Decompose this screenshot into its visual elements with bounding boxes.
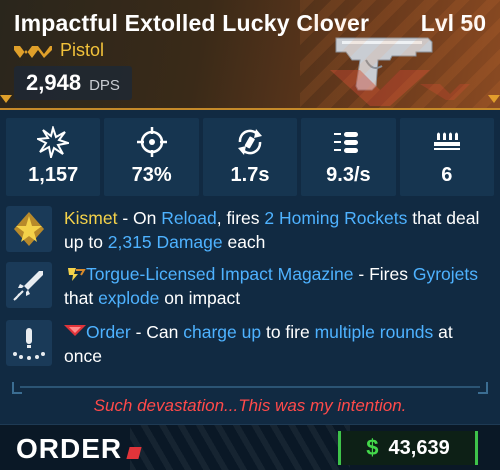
item-name: Impactful Extolled Lucky Clover — [14, 10, 370, 36]
perk-keyword: Reload — [161, 208, 217, 228]
damage-burst-icon — [37, 126, 70, 158]
pistol-image — [335, 37, 433, 91]
perk-text-segment: to fire — [261, 322, 315, 342]
perk-keyword: 2,315 Damage — [107, 232, 223, 252]
weapon-type: Pistol — [60, 40, 105, 60]
perk-keyword: Gyrojets — [412, 264, 478, 284]
perk-order-text: Order - Can charge up to fire multiple r… — [64, 320, 494, 368]
perk-text-segment: - Fires — [353, 264, 413, 284]
stat-damage-value: 1,157 — [28, 164, 79, 186]
rocket-icon — [13, 271, 43, 301]
price-box: $ 43,639 — [338, 431, 478, 465]
perk-name-torgue-magazine: Torgue-Licensed Impact Magazine — [86, 264, 354, 284]
stat-fire-rate: 9.3/s — [301, 118, 396, 196]
perk-text-segment: each — [222, 232, 266, 252]
header-chevron-decoration — [330, 70, 470, 106]
stat-reload: 1.7s — [202, 118, 298, 196]
dps-box: 2,948 DPS — [14, 66, 132, 100]
perk-keyword: multiple rounds — [314, 322, 434, 342]
perk-name-kismet: Kismet — [64, 208, 118, 228]
header-corner-marker-right — [488, 95, 500, 107]
reload-icon — [238, 129, 263, 155]
dps-value: 2,948 — [26, 70, 82, 95]
order-badge-icon — [64, 325, 86, 336]
perk-icon-box — [6, 262, 52, 308]
stat-accuracy-value: 73% — [131, 164, 172, 186]
perk-torgue-text: Torgue-Licensed Impact Magazine - Fires … — [64, 262, 494, 310]
perk-icon-box — [6, 206, 52, 252]
stats-row: 1,157 73% 1.7s 9.3/s 6 — [6, 118, 495, 196]
stat-fire-rate-value: 9.3/s — [326, 164, 371, 186]
order-charge-icon — [13, 328, 45, 360]
section-divider — [12, 382, 488, 394]
item-card: Impactful Extolled Lucky Clover Lvl 50 P… — [0, 0, 500, 470]
perk-keyword: explode — [98, 288, 160, 308]
stat-accuracy: 73% — [104, 118, 199, 196]
price-value: 43,639 — [388, 436, 450, 459]
perk-text-segment: , fires — [216, 208, 265, 228]
flavor-text: Such devastation...This was my intention… — [93, 396, 407, 415]
fire-rate-bullets-icon — [334, 132, 359, 153]
perk-text-segment: - Can — [130, 322, 184, 342]
perk-text-segment: - On — [117, 208, 162, 228]
torgue-badge-icon — [68, 268, 86, 281]
stat-damage: 1,157 — [6, 118, 101, 196]
perk-keyword: charge up — [183, 322, 262, 342]
perk-text-segment: that — [64, 288, 99, 308]
item-header: Impactful Extolled Lucky Clover Lvl 50 P… — [0, 0, 500, 110]
dollar-icon: $ — [366, 435, 379, 460]
stat-magazine-value: 6 — [441, 164, 453, 186]
dps-label: DPS — [89, 77, 120, 94]
stat-magazine: 6 — [399, 118, 495, 196]
rarity-chevrons-icon — [14, 45, 52, 58]
perk-name-order: Order — [86, 322, 131, 342]
rarity-row: Pistol — [14, 40, 104, 61]
perk-keyword: 2 Homing Rockets — [264, 208, 408, 228]
stat-reload-value: 1.7s — [230, 164, 270, 186]
footer-pattern — [130, 425, 350, 470]
item-footer: ORDER $ 43,639 — [0, 424, 500, 470]
perk-text-segment: on impact — [159, 288, 241, 308]
manufacturer-logo: ORDER — [16, 433, 123, 464]
kismet-star-icon — [14, 212, 44, 246]
item-level: Lvl 50 — [420, 10, 486, 36]
header-corner-marker-left — [0, 95, 12, 107]
crosshair-accuracy-icon — [136, 127, 167, 157]
magazine-icon — [433, 132, 460, 150]
perk-kismet-text: Kismet - On Reload, fires 2 Homing Rocke… — [64, 206, 494, 254]
perk-icon-box — [6, 320, 52, 366]
